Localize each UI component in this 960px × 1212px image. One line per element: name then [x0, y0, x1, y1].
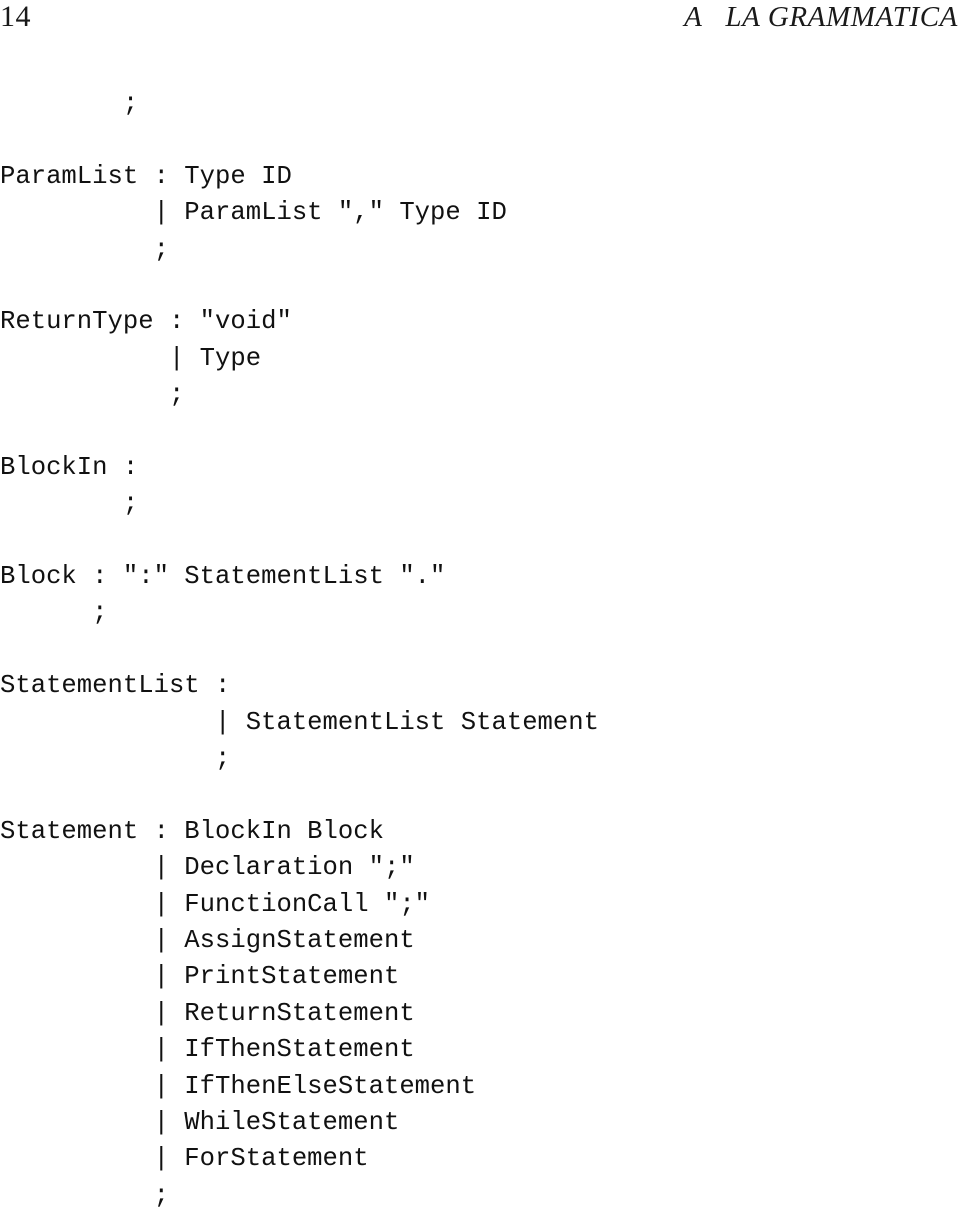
code-line: ;	[0, 598, 108, 628]
code-line: ;	[0, 489, 139, 519]
code-line: Statement : BlockIn Block	[0, 816, 384, 846]
page-number: 14	[0, 0, 31, 33]
code-line: ;	[0, 1180, 169, 1210]
grammar-code-block: ; ParamList : Type ID | ParamList "," Ty…	[0, 86, 960, 1212]
code-line: ParamList : Type ID	[0, 161, 292, 191]
code-line: ;	[0, 380, 185, 410]
code-line: ReturnType : "void"	[0, 307, 292, 337]
code-line: | AssignStatement	[0, 925, 415, 955]
code-line: | WhileStatement	[0, 1107, 400, 1137]
code-line: | Type	[0, 343, 262, 373]
code-line: | ParamList "," Type ID	[0, 198, 507, 228]
code-line: StatementList :	[0, 671, 231, 701]
document-page: 14 A LA GRAMMATICA ; ParamList : Type ID…	[0, 0, 960, 1212]
code-line: BlockIn :	[0, 452, 139, 482]
running-header: 14 A LA GRAMMATICA	[0, 0, 960, 46]
code-line: | IfThenElseStatement	[0, 1071, 477, 1101]
code-line: ;	[0, 89, 139, 118]
code-line: ;	[0, 744, 231, 774]
code-line: | ForStatement	[0, 1144, 369, 1174]
code-line: | ReturnStatement	[0, 998, 415, 1028]
code-line: Block : ":" StatementList "."	[0, 562, 446, 592]
code-line: | IfThenStatement	[0, 1035, 415, 1065]
code-line: | Declaration ";"	[0, 853, 415, 883]
code-line: ;	[0, 234, 169, 264]
code-line: | StatementList Statement	[0, 707, 599, 737]
running-header-title: A LA GRAMMATICA	[684, 1, 958, 33]
code-line: | PrintStatement	[0, 962, 400, 992]
code-line: | FunctionCall ";"	[0, 889, 431, 919]
